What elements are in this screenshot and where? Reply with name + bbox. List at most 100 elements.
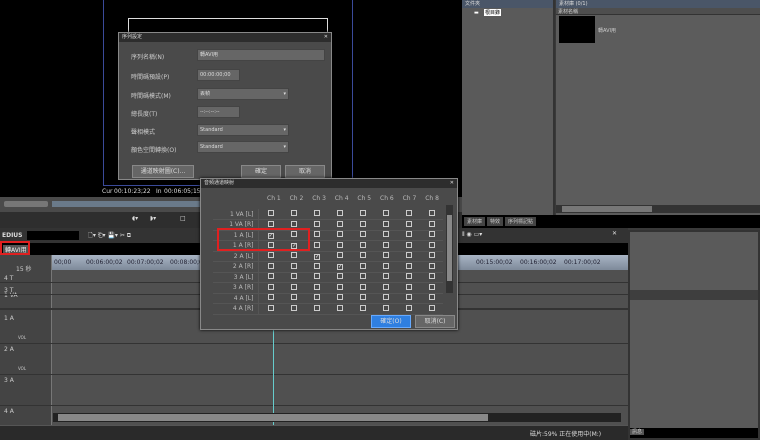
channel-checkbox[interactable]: [291, 283, 298, 290]
channel-checkbox[interactable]: [405, 283, 412, 290]
channel-checkbox[interactable]: [359, 304, 366, 311]
tab-effects[interactable]: 特效: [487, 217, 504, 226]
sequence-name-input[interactable]: 轉AVI用: [197, 49, 325, 61]
channel-checkbox[interactable]: [291, 252, 298, 259]
info-tab[interactable]: 訊息: [630, 429, 645, 435]
ok-button[interactable]: 確定(O): [371, 315, 411, 328]
track-label[interactable]: 2 A: [4, 346, 14, 353]
channel-checkbox[interactable]: [336, 283, 343, 290]
channel-checkbox[interactable]: [428, 304, 435, 311]
channel-checkbox[interactable]: ✓: [336, 264, 343, 271]
channel-checkbox[interactable]: [405, 241, 412, 248]
scroll-thumb[interactable]: [58, 414, 488, 421]
channel-checkbox[interactable]: [405, 210, 412, 216]
channel-checkbox[interactable]: [267, 210, 274, 216]
timescale[interactable]: 15 秒: [16, 264, 32, 273]
channel-checkbox[interactable]: [336, 231, 343, 238]
channel-checkbox[interactable]: [267, 294, 274, 301]
channel-checkbox[interactable]: [336, 220, 343, 227]
channel-checkbox[interactable]: [428, 220, 435, 227]
channel-checkbox[interactable]: [382, 220, 389, 227]
channel-checkbox[interactable]: [336, 252, 343, 259]
channel-checkbox[interactable]: [382, 262, 389, 269]
vol-label[interactable]: VOL: [18, 335, 26, 340]
channel-checkbox[interactable]: [314, 273, 321, 280]
channel-checkbox[interactable]: [359, 231, 366, 238]
channel-checkbox[interactable]: [314, 220, 321, 227]
field-select[interactable]: Standard: [197, 124, 289, 136]
channel-checkbox[interactable]: [291, 262, 298, 269]
channel-checkbox[interactable]: [267, 273, 274, 280]
clip-scrollbar[interactable]: [556, 205, 760, 213]
channel-checkbox[interactable]: [291, 273, 298, 280]
channel-checkbox[interactable]: [405, 220, 412, 227]
channel-checkbox[interactable]: [336, 294, 343, 301]
mark-in-icon[interactable]: ◖▾: [132, 215, 138, 222]
channel-checkbox[interactable]: [314, 294, 321, 301]
close-icon[interactable]: ✕: [324, 33, 328, 42]
channel-checkbox[interactable]: [382, 283, 389, 290]
channel-checkbox[interactable]: [267, 220, 274, 227]
horizontal-scrollbar[interactable]: [53, 413, 621, 422]
close-icon[interactable]: ✕: [450, 179, 454, 188]
cancel-button[interactable]: 取消(C): [415, 315, 455, 328]
stop-icon[interactable]: □: [180, 215, 186, 222]
channel-checkbox[interactable]: [359, 283, 366, 290]
panel-splitter[interactable]: [630, 290, 758, 300]
channel-checkbox[interactable]: [405, 262, 412, 269]
channel-checkbox[interactable]: [405, 304, 412, 311]
channel-checkbox[interactable]: [314, 231, 321, 238]
channel-checkbox[interactable]: [314, 241, 321, 248]
channel-checkbox[interactable]: [359, 294, 366, 301]
channel-checkbox[interactable]: [359, 241, 366, 248]
channel-checkbox[interactable]: [382, 241, 389, 248]
shuttle[interactable]: [4, 201, 48, 207]
channel-checkbox[interactable]: [428, 231, 435, 238]
clip-name[interactable]: 轉AVI用: [598, 27, 616, 34]
channel-checkbox[interactable]: [314, 283, 321, 290]
channel-checkbox[interactable]: [382, 304, 389, 311]
channel-checkbox[interactable]: [291, 210, 298, 216]
track-label[interactable]: 4 A: [4, 408, 14, 415]
channel-checkbox[interactable]: [382, 210, 389, 216]
channel-checkbox[interactable]: [336, 304, 343, 311]
clip-scroll-thumb[interactable]: [562, 206, 652, 212]
channel-checkbox[interactable]: [382, 273, 389, 280]
channel-checkbox[interactable]: [267, 252, 274, 259]
tc-preset-input[interactable]: 00:00:00;00: [197, 69, 240, 81]
channel-checkbox[interactable]: [359, 273, 366, 280]
channel-checkbox[interactable]: [336, 241, 343, 248]
channel-checkbox[interactable]: [428, 294, 435, 301]
mark-out-icon[interactable]: ◗▾: [150, 215, 156, 222]
channel-checkbox[interactable]: [291, 304, 298, 311]
channel-checkbox[interactable]: [359, 210, 366, 216]
channel-checkbox[interactable]: [405, 231, 412, 238]
tab-bin[interactable]: 素材庫: [464, 217, 486, 226]
channel-checkbox[interactable]: [359, 262, 366, 269]
channel-checkbox[interactable]: [336, 210, 343, 216]
tab-markers[interactable]: 序列標記點: [505, 217, 537, 226]
cancel-button[interactable]: 取消: [285, 165, 325, 178]
channel-checkbox[interactable]: [359, 252, 366, 259]
channel-checkbox[interactable]: [382, 252, 389, 259]
track-label[interactable]: 1 A: [4, 315, 14, 322]
channel-checkbox[interactable]: [267, 262, 274, 269]
root-folder[interactable]: 根目錄: [484, 9, 502, 16]
channel-checkbox[interactable]: [336, 273, 343, 280]
channel-checkbox[interactable]: [267, 283, 274, 290]
track-label[interactable]: 4 T: [4, 275, 13, 282]
duration-input[interactable]: --:--:--:--: [197, 106, 240, 118]
channel-checkbox[interactable]: [428, 252, 435, 259]
channel-checkbox[interactable]: [314, 304, 321, 311]
channel-checkbox[interactable]: [405, 273, 412, 280]
channel-checkbox[interactable]: [405, 252, 412, 259]
channel-checkbox[interactable]: [405, 294, 412, 301]
ok-button[interactable]: 確定: [241, 165, 281, 178]
new-icon[interactable]: 🗋▾ ⎗▾ 💾▾ ✂ ⧉: [88, 231, 131, 241]
channel-checkbox[interactable]: [428, 262, 435, 269]
channel-checkbox[interactable]: [428, 273, 435, 280]
channel-checkbox[interactable]: [314, 262, 321, 269]
vol-label[interactable]: VOL: [18, 366, 26, 371]
channel-checkbox[interactable]: [291, 294, 298, 301]
tools-icon[interactable]: ⫴ ◉ ▭▾: [462, 231, 482, 239]
